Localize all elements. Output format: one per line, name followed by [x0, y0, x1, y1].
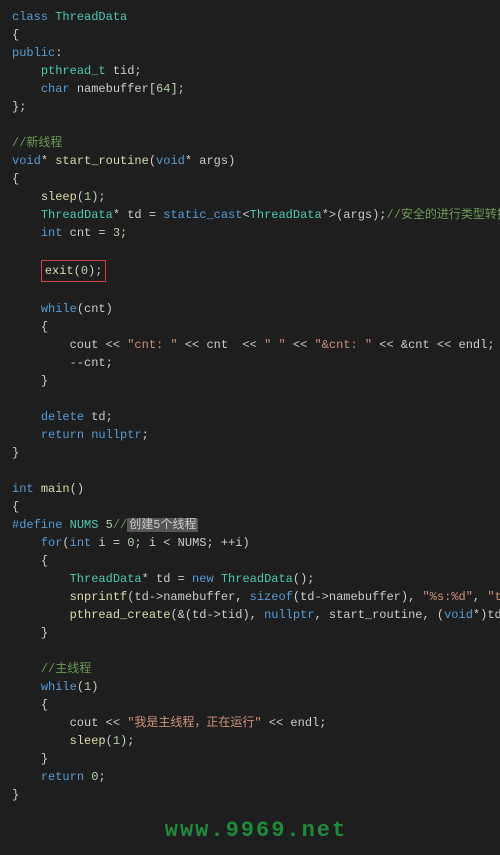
- exit-highlight: exit(0);: [41, 260, 107, 282]
- code-block: class ThreadData { public: pthread_t tid…: [12, 8, 500, 804]
- watermark: www.9969.net: [12, 814, 500, 847]
